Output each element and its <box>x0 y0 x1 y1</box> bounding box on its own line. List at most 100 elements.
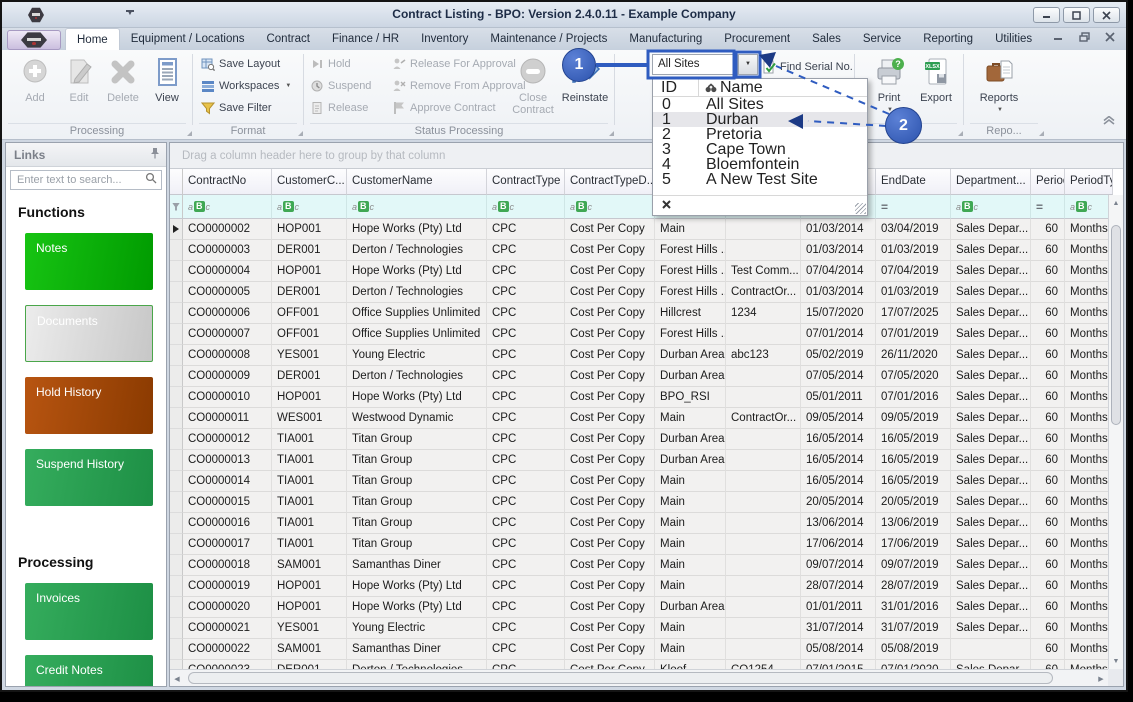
site-option-cape-town[interactable]: 3Cape Town <box>653 142 867 157</box>
table-row[interactable]: CO0000013TIA001Titan GroupCPCCost Per Co… <box>170 450 1108 471</box>
save-layout-button[interactable]: Save Layout <box>201 56 280 72</box>
column-header-department[interactable]: Department... <box>951 169 1031 195</box>
tab-procurement[interactable]: Procurement <box>713 28 801 50</box>
table-row[interactable]: CO0000004HOP001Hope Works (Pty) LtdCPCCo… <box>170 261 1108 282</box>
save-filter-button[interactable]: Save Filter <box>201 100 272 116</box>
site-option-all-sites[interactable]: 0All Sites <box>653 97 867 112</box>
filter-cell-contracttype[interactable]: aBc <box>487 195 565 219</box>
filter-cell-enddate[interactable]: = <box>876 195 951 219</box>
table-row[interactable]: CO0000003DER001Derton / TechnologiesCPCC… <box>170 240 1108 261</box>
table-row[interactable]: CO0000015TIA001Titan GroupCPCCost Per Co… <box>170 492 1108 513</box>
tab-manufacturing[interactable]: Manufacturing <box>618 28 713 50</box>
scroll-left-button[interactable]: ◀ <box>170 671 184 686</box>
pin-icon[interactable] <box>150 147 160 162</box>
site-selector-dropdown-button[interactable]: ▼ <box>738 54 758 75</box>
site-option-a-new-test-site[interactable]: 5A New Test Site <box>653 172 867 187</box>
remove-from-approval-button[interactable]: Remove From Approval <box>392 78 526 94</box>
table-row[interactable]: CO0000009DER001Derton / TechnologiesCPCC… <box>170 366 1108 387</box>
column-header-contracttype[interactable]: ContractType <box>487 169 565 195</box>
search-icon[interactable] <box>145 171 157 189</box>
table-row[interactable]: CO0000016TIA001Titan GroupCPCCost Per Co… <box>170 513 1108 534</box>
table-row[interactable]: CO0000019HOP001Hope Works (Pty) LtdCPCCo… <box>170 576 1108 597</box>
site-name-column-header[interactable]: Name <box>699 79 867 96</box>
table-row[interactable]: CO0000014TIA001Titan GroupCPCCost Per Co… <box>170 471 1108 492</box>
resize-grip[interactable] <box>855 203 866 214</box>
table-row[interactable]: CO0000008YES001Young ElectricCPCCost Per… <box>170 345 1108 366</box>
tab-service[interactable]: Service <box>852 28 912 50</box>
column-header-period[interactable]: Period <box>1031 169 1065 195</box>
table-row[interactable]: CO0000017TIA001Titan GroupCPCCost Per Co… <box>170 534 1108 555</box>
filter-cell-department[interactable]: aBc <box>951 195 1031 219</box>
column-header-customerc[interactable]: CustomerC... <box>272 169 347 195</box>
hold-button[interactable]: Hold <box>310 56 351 72</box>
tab-home[interactable]: Home <box>65 28 120 50</box>
sidebar-search-input[interactable] <box>15 173 145 187</box>
maximize-button[interactable] <box>1063 7 1090 23</box>
tab-maintenance-projects[interactable]: Maintenance / Projects <box>479 28 618 50</box>
horizontal-scrollbar[interactable]: ◀ ▶ <box>170 669 1108 686</box>
find-serial-button[interactable]: Find Serial No. <box>762 59 853 75</box>
mdi-restore-button[interactable] <box>1078 32 1090 42</box>
tab-utilities[interactable]: Utilities <box>984 28 1043 50</box>
workspaces-button[interactable]: Workspaces ▼ <box>201 78 291 94</box>
vertical-scrollbar[interactable]: ▲ ▼ <box>1108 195 1123 669</box>
print-dialog-launcher[interactable] <box>958 131 963 136</box>
format-dialog-launcher[interactable] <box>298 131 303 136</box>
tab-sales[interactable]: Sales <box>801 28 852 50</box>
column-header-enddate[interactable]: EndDate <box>876 169 951 195</box>
release-for-approval-button[interactable]: Release For Approval <box>392 56 516 72</box>
table-row[interactable]: CO0000020HOP001Hope Works (Pty) LtdCPCCo… <box>170 597 1108 618</box>
sidebar-button-suspend-history[interactable]: Suspend History <box>25 449 153 506</box>
tab-reporting[interactable]: Reporting <box>912 28 984 50</box>
filter-cell-contractno[interactable]: aBc <box>183 195 272 219</box>
reports-dialog-launcher[interactable] <box>1039 131 1044 136</box>
tab-inventory[interactable]: Inventory <box>410 28 479 50</box>
table-row[interactable]: CO0000023DER001Derton / TechnologiesCPCC… <box>170 660 1108 669</box>
release-button[interactable]: Release <box>310 100 368 116</box>
scroll-up-button[interactable]: ▲ <box>1109 195 1123 211</box>
site-option-pretoria[interactable]: 2Pretoria <box>653 127 867 142</box>
sidebar-button-invoices[interactable]: Invoices <box>25 583 153 640</box>
site-selector-combobox[interactable]: All Sites <box>652 54 738 75</box>
filter-cell-customername[interactable]: aBc <box>347 195 487 219</box>
table-row[interactable]: CO0000018SAM001Samanthas DinerCPCCost Pe… <box>170 555 1108 576</box>
processing-dialog-launcher[interactable] <box>187 131 192 136</box>
status-processing-dialog-launcher[interactable] <box>609 131 614 136</box>
site-option-bloemfontein[interactable]: 4Bloemfontein <box>653 157 867 172</box>
column-header-periodtyp[interactable]: PeriodTyp... <box>1065 169 1113 195</box>
sidebar-button-documents[interactable]: Documents <box>25 305 153 362</box>
group-by-panel[interactable]: Drag a column header here to group by th… <box>170 143 1123 169</box>
table-row[interactable]: CO0000012TIA001Titan GroupCPCCost Per Co… <box>170 429 1108 450</box>
table-row[interactable]: CO0000011WES001Westwood DynamicCPCCost P… <box>170 408 1108 429</box>
tab-finance-hr[interactable]: Finance / HR <box>321 28 410 50</box>
close-button[interactable] <box>1093 7 1120 23</box>
site-id-column-header[interactable]: ID <box>653 79 699 96</box>
mdi-close-button[interactable] <box>1104 32 1116 42</box>
suspend-button[interactable]: Suspend <box>310 78 371 94</box>
table-row[interactable]: CO0000007OFF001Office Supplies Unlimited… <box>170 324 1108 345</box>
table-row[interactable]: CO0000010HOP001Hope Works (Pty) LtdCPCCo… <box>170 387 1108 408</box>
vertical-scroll-thumb[interactable] <box>1111 225 1121 425</box>
column-header-contractno[interactable]: ContractNo <box>183 169 272 195</box>
table-row[interactable]: CO0000002HOP001Hope Works (Pty) LtdCPCCo… <box>170 219 1108 240</box>
table-row[interactable]: CO0000006OFF001Office Supplies Unlimited… <box>170 303 1108 324</box>
sidebar-button-hold-history[interactable]: Hold History <box>25 377 153 434</box>
tab-equipment-locations[interactable]: Equipment / Locations <box>120 28 256 50</box>
approve-contract-button[interactable]: Approve Contract <box>392 100 496 116</box>
scroll-down-button[interactable]: ▼ <box>1109 653 1123 669</box>
table-row[interactable]: CO0000005DER001Derton / TechnologiesCPCC… <box>170 282 1108 303</box>
table-row[interactable]: CO0000022SAM001Samanthas DinerCPCCost Pe… <box>170 639 1108 660</box>
minimize-button[interactable] <box>1033 7 1060 23</box>
filter-cell-contracttyped[interactable]: aBc <box>565 195 655 219</box>
tab-contract[interactable]: Contract <box>255 28 320 50</box>
column-header-contracttyped[interactable]: ContractTypeD... <box>565 169 655 195</box>
application-button[interactable] <box>7 30 61 50</box>
mdi-minimize-button[interactable] <box>1052 32 1064 42</box>
clear-filter-icon[interactable] <box>662 200 671 212</box>
horizontal-scroll-thumb[interactable] <box>188 672 1053 684</box>
sidebar-button-notes[interactable]: Notes <box>25 233 153 290</box>
column-header-customername[interactable]: CustomerName <box>347 169 487 195</box>
sidebar-button-credit-notes[interactable]: Credit Notes <box>25 655 153 687</box>
filter-cell-customerc[interactable]: aBc <box>272 195 347 219</box>
collapse-ribbon-button[interactable] <box>1102 113 1116 131</box>
